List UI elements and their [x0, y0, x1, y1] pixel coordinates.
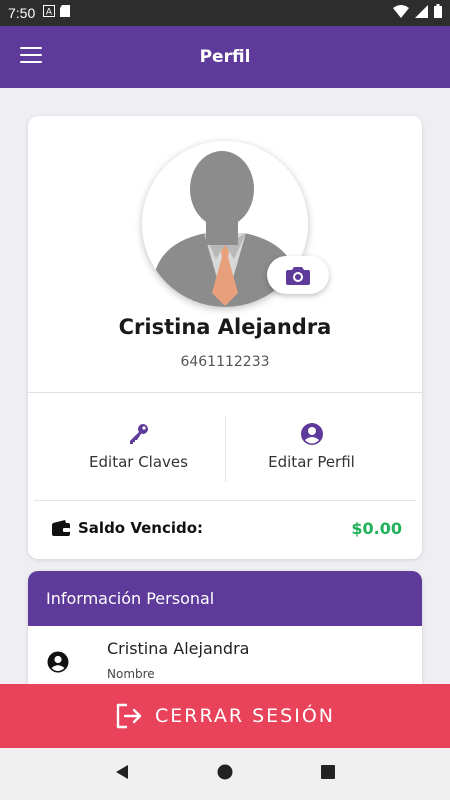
logout-label: CERRAR SESIÓN	[154, 705, 336, 727]
system-nav-bar	[0, 748, 450, 800]
edit-profile-label: Editar Perfil	[268, 453, 355, 471]
divider	[28, 392, 422, 393]
sd-card-icon	[60, 5, 71, 21]
personal-info-header: Información Personal	[28, 571, 422, 626]
status-time: 7:50	[8, 5, 36, 21]
back-icon[interactable]	[114, 764, 130, 784]
battery-icon	[434, 4, 442, 22]
page-title: Perfil	[199, 47, 251, 67]
recent-apps-icon[interactable]	[320, 764, 336, 784]
notification-a-icon: A	[43, 5, 56, 21]
logout-button[interactable]: CERRAR SESIÓN	[0, 684, 450, 748]
home-icon[interactable]	[217, 764, 233, 784]
info-value: Cristina Alejandra	[107, 639, 250, 658]
balance-row: Saldo Vencido: $0.00	[52, 516, 402, 540]
edit-keys-label: Editar Claves	[89, 453, 188, 471]
logout-icon	[116, 703, 142, 729]
wifi-icon	[393, 4, 409, 22]
info-field-label: Nombre	[107, 667, 155, 681]
profile-phone: 6461112233	[180, 354, 270, 370]
status-bar: 7:50 A	[0, 0, 450, 26]
camera-icon	[286, 267, 310, 285]
profile-card: Cristina Alejandra 6461112233 Editar Cla…	[28, 116, 422, 559]
wallet-icon	[52, 520, 70, 536]
svg-text:A: A	[46, 8, 53, 18]
change-photo-button[interactable]	[267, 256, 329, 294]
account-circle-icon	[300, 423, 323, 445]
balance-value: $0.00	[351, 518, 402, 538]
divider	[34, 500, 416, 501]
hamburger-menu-icon[interactable]	[20, 47, 42, 65]
app-bar: Perfil	[0, 26, 450, 88]
edit-profile-button[interactable]: Editar Perfil	[213, 422, 410, 482]
signal-icon	[415, 4, 428, 22]
balance-label: Saldo Vencido:	[78, 519, 204, 537]
edit-keys-button[interactable]: Editar Claves	[40, 422, 237, 482]
profile-name: Cristina Alejandra	[118, 315, 332, 339]
person-icon	[47, 651, 69, 673]
key-icon	[129, 424, 148, 444]
